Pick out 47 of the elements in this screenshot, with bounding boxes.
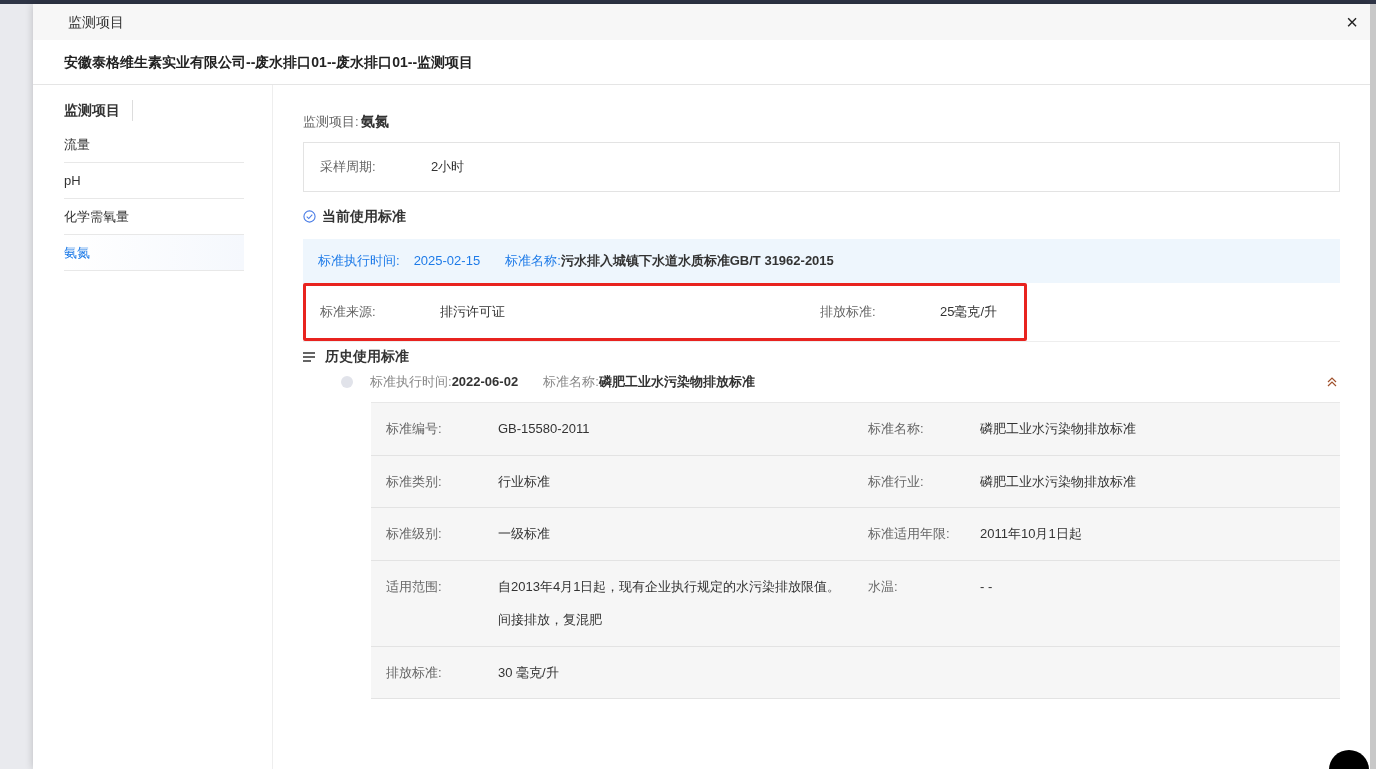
field-label: 监测项目:	[303, 112, 359, 131]
table-label: 排放标准:	[386, 663, 443, 682]
sidebar-item[interactable]: pH	[64, 163, 244, 199]
subtitle: 安徽泰格维生素实业有限公司--废水排口01--废水排口01--监测项目	[64, 52, 474, 72]
list-icon	[303, 351, 315, 362]
field-label: 排放标准:	[820, 303, 877, 322]
section-title: 当前使用标准	[322, 207, 406, 226]
close-button[interactable]: ×	[1346, 12, 1358, 32]
sidebar-item[interactable]: 流量	[64, 127, 244, 163]
field-value: 2025-02-15	[413, 252, 481, 271]
table-value: 30 毫克/升	[498, 663, 559, 682]
sidebar-title: 监测项目	[64, 99, 133, 121]
field-value: 25毫克/升	[940, 303, 998, 322]
field-value: 排污许可证	[440, 303, 505, 322]
field-label: 标准名称:	[543, 373, 599, 392]
table-label: 标准名称:	[868, 420, 925, 438]
table-label: 标准级别:	[386, 525, 443, 543]
table-label: 标准编号:	[386, 420, 443, 438]
field-value: 2小时	[431, 158, 465, 177]
field-label: 标准来源:	[320, 303, 377, 322]
table-value: 2011年10月1日起	[980, 525, 1082, 543]
field-value: 污水排入城镇下水道水质标准GB/T 31962-2015	[560, 252, 834, 271]
table-value: 磷肥工业水污染物排放标准	[980, 472, 1136, 491]
table-value: GB-15580-2011	[498, 420, 590, 438]
field-value: 氨氮	[360, 112, 389, 131]
section-title: 历史使用标准	[325, 347, 409, 366]
sidebar-item[interactable]: 氨氮	[64, 235, 244, 271]
table-value: - -	[980, 577, 993, 596]
field-label: 标准名称:	[505, 252, 561, 271]
table-value: 磷肥工业水污染物排放标准	[980, 420, 1136, 438]
table-label: 标准类别:	[386, 472, 443, 491]
table-value: 自2013年4月1日起，现有企业执行规定的水污染排放限值。	[498, 577, 841, 596]
table-value: 行业标准	[498, 472, 550, 491]
table-value: 间接排放，复混肥	[498, 611, 603, 629]
table-label: 标准适用年限:	[868, 525, 951, 543]
field-label: 标准执行时间:	[318, 252, 400, 271]
field-label: 标准执行时间:	[370, 373, 452, 392]
table-label: 适用范围:	[386, 577, 443, 596]
table-value: 一级标准	[498, 525, 550, 543]
chevrons-icon	[1326, 376, 1338, 388]
table-label: 水温:	[868, 577, 899, 596]
field-value: 磷肥工业水污染物排放标准	[598, 373, 755, 392]
collapse-button[interactable]	[1326, 376, 1338, 388]
field-label: 采样周期:	[320, 158, 377, 177]
check-circle-icon	[303, 210, 316, 223]
dialog-title: 监测项目	[68, 12, 124, 32]
table-label: 标准行业:	[868, 472, 925, 491]
